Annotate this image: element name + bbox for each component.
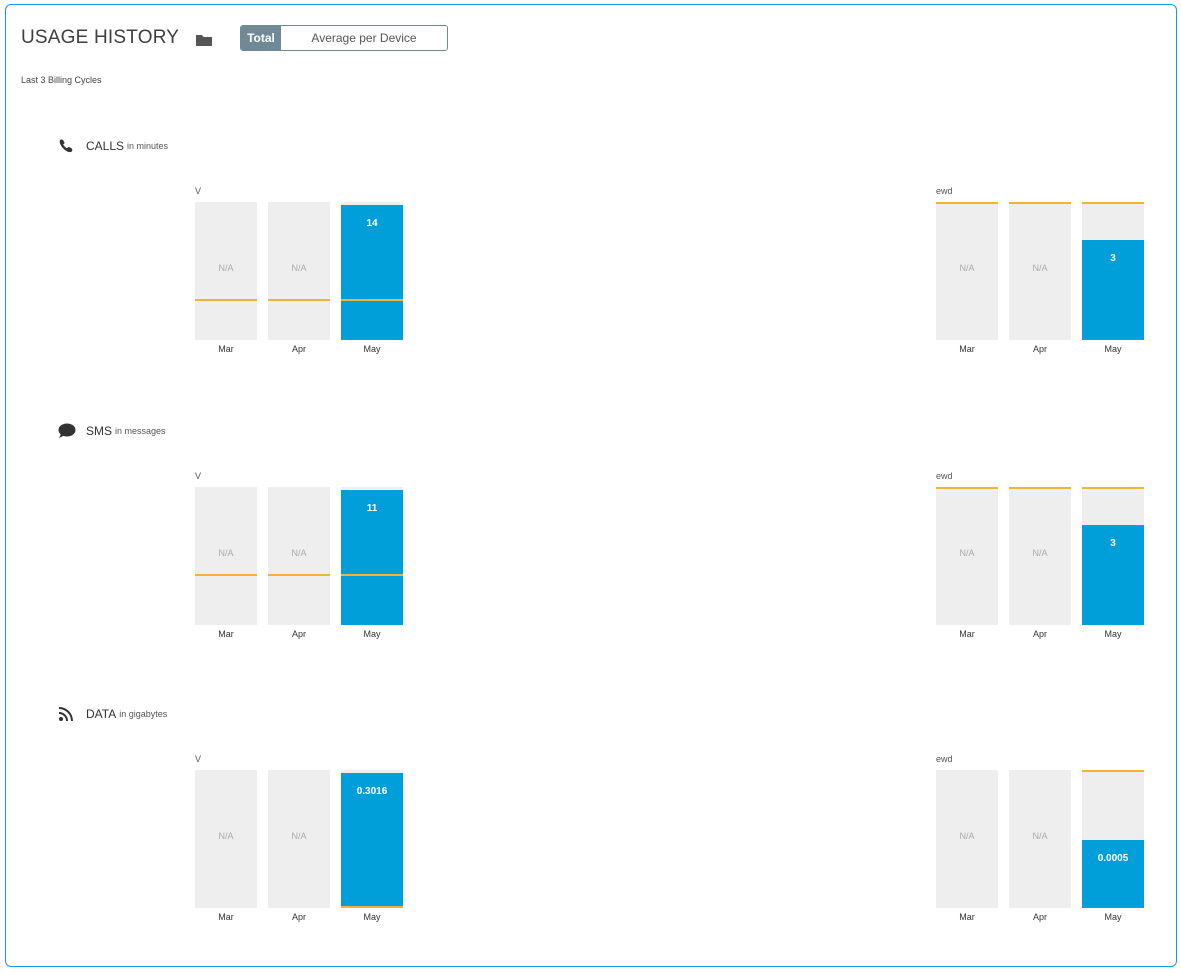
usage-bar-na: N/A (291, 263, 307, 273)
usage-limit-line (341, 906, 403, 908)
month-label: May (1104, 629, 1122, 639)
month-label: May (363, 629, 381, 639)
usage-bar[interactable]: N/A (936, 487, 998, 625)
usage-bar-na: N/A (291, 831, 307, 841)
month-label: May (363, 344, 381, 354)
month-label: Mar (959, 344, 975, 354)
usage-bar-na: N/A (218, 548, 234, 558)
usage-bar[interactable]: N/A (936, 770, 998, 908)
usage-bar-value: 11 (366, 503, 378, 514)
month-label: May (1104, 344, 1122, 354)
calls-label: CALLS (86, 139, 125, 153)
month-label: Apr (291, 344, 306, 354)
month-label: Apr (291, 912, 306, 922)
usage-bar[interactable]: N/A (195, 487, 257, 625)
month-label: Mar (959, 912, 975, 922)
usage-limit-line (195, 574, 257, 576)
usage-bar-na: N/A (959, 548, 975, 558)
usage-bar-na: N/A (1032, 263, 1048, 273)
usage-bar[interactable]: N/A (1009, 770, 1071, 908)
usage-limit-line (1082, 487, 1144, 489)
usage-bar-value: 14 (366, 218, 378, 229)
usage-bar-na: N/A (1032, 831, 1048, 841)
usage-limit-line (195, 299, 257, 301)
usage-bar-na: N/A (218, 831, 234, 841)
usage-limit-line (1082, 202, 1144, 204)
month-label: Mar (218, 344, 234, 354)
usage-limit-line (1009, 487, 1071, 489)
usage-limit-line (1082, 770, 1144, 772)
sms-unit: in messages (115, 426, 166, 436)
usage-bar[interactable]: N/A (1009, 202, 1071, 340)
page-title: USAGE HISTORY (21, 27, 180, 48)
usage-bar-na: N/A (1032, 548, 1048, 558)
usage-bar-value: 0.3016 (356, 786, 388, 797)
toggle-total-button[interactable]: Total (241, 26, 281, 50)
usage-bar[interactable]: 3 (1082, 487, 1144, 625)
usage-bar[interactable]: 0.3016 (341, 770, 403, 908)
data-section-header: DATA in gigabytes (58, 706, 167, 722)
month-label: May (363, 912, 381, 922)
usage-limit-line (268, 299, 330, 301)
month-label: Apr (1032, 629, 1047, 639)
phone-icon (59, 139, 73, 153)
usage-bar[interactable]: 0.0005 (1082, 770, 1144, 908)
usage-bar-value: 3 (1110, 253, 1116, 264)
month-label: Mar (959, 629, 975, 639)
chat-bubble-icon (58, 423, 76, 438)
chart-group-label: V (195, 186, 202, 196)
usage-history-panel (5, 4, 1177, 967)
rss-feed-icon (58, 707, 73, 722)
chart-group-label: ewd (936, 471, 953, 481)
usage-limit-line (341, 574, 403, 576)
chart-group-label: ewd (936, 186, 953, 196)
month-label: Apr (291, 629, 306, 639)
chart-group-label: ewd (936, 754, 953, 764)
usage-bar[interactable]: N/A (268, 770, 330, 908)
month-label: May (1104, 912, 1122, 922)
toggle-average-per-device-button[interactable]: Average per Device (281, 26, 447, 50)
calls-unit: in minutes (127, 141, 169, 151)
usage-bar[interactable]: N/A (936, 202, 998, 340)
usage-limit-line (1009, 202, 1071, 204)
usage-bar[interactable]: N/A (1009, 487, 1071, 625)
usage-bar-na: N/A (959, 831, 975, 841)
usage-bar[interactable]: 3 (1082, 202, 1144, 340)
usage-bar-value: 3 (1110, 538, 1116, 549)
month-label: Mar (218, 629, 234, 639)
usage-bar[interactable]: 11 (341, 487, 403, 625)
data-label: DATA (86, 707, 117, 721)
usage-limit-line (936, 202, 998, 204)
usage-bar[interactable]: N/A (268, 487, 330, 625)
usage-bar-na: N/A (959, 263, 975, 273)
usage-limit-line (268, 574, 330, 576)
usage-bar[interactable]: N/A (268, 202, 330, 340)
usage-limit-line (341, 299, 403, 301)
usage-bar-fill (1082, 840, 1144, 908)
month-label: Apr (1032, 344, 1047, 354)
usage-bar[interactable]: 14 (341, 202, 403, 340)
usage-bar[interactable]: N/A (195, 770, 257, 908)
usage-bar-value: 0.0005 (1097, 853, 1129, 864)
usage-bar[interactable]: N/A (195, 202, 257, 340)
chart-group-label: V (195, 471, 202, 481)
calls-section-header: CALLS in minutes (58, 138, 168, 154)
usage-limit-line (936, 487, 998, 489)
folder-icon[interactable] (196, 33, 212, 46)
month-label: Mar (218, 912, 234, 922)
usage-bar-na: N/A (291, 548, 307, 558)
sms-section-header: SMS in messages (58, 423, 166, 439)
view-toggle: Total Average per Device (240, 25, 448, 51)
month-label: Apr (1032, 912, 1047, 922)
billing-cycles-subtitle: Last 3 Billing Cycles (21, 75, 102, 85)
data-unit: in gigabytes (119, 709, 168, 719)
chart-group-label: V (195, 754, 202, 764)
usage-bar-na: N/A (218, 263, 234, 273)
sms-label: SMS (86, 424, 113, 438)
